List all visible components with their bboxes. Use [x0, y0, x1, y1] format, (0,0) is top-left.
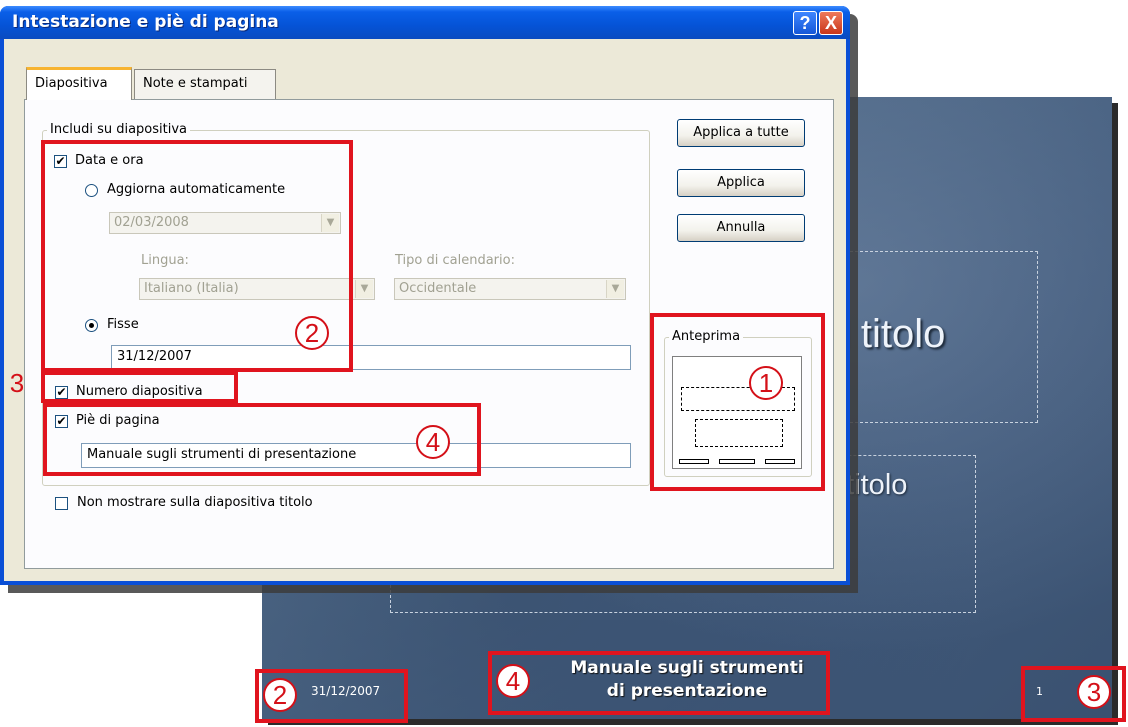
include-group-legend: Includi su diapositiva — [47, 122, 191, 137]
callout-box-slide-footer — [488, 651, 830, 715]
calendar-combo[interactable]: Occidentale ▼ — [394, 278, 626, 300]
callout-box-preview — [650, 313, 825, 491]
hide-on-title-checkbox[interactable] — [55, 497, 68, 510]
chevron-down-icon[interactable]: ▼ — [355, 280, 373, 298]
apply-all-button[interactable]: Applica a tutte — [677, 119, 805, 147]
cancel-button[interactable]: Annulla — [677, 214, 805, 242]
calendar-value: Occidentale — [399, 281, 477, 296]
dialog-titlebar[interactable]: Intestazione e piè di pagina ? X — [0, 6, 850, 39]
callout-number-3: 3 — [9, 368, 25, 398]
callout-number-3-slide: 3 — [1077, 675, 1111, 709]
hide-on-title-label: Non mostrare sulla diapositiva titolo — [77, 495, 313, 510]
tab-note-e-stampati[interactable]: Note e stampati — [134, 69, 276, 99]
callout-number-1: 1 — [749, 366, 783, 400]
callout-number-2: 2 — [295, 316, 329, 350]
chevron-down-icon[interactable]: ▼ — [606, 280, 624, 298]
calendar-label: Tipo di calendario: — [395, 253, 515, 268]
close-button[interactable]: X — [819, 11, 843, 35]
apply-button[interactable]: Applica — [677, 169, 805, 197]
callout-number-4: 4 — [416, 425, 450, 459]
tab-diapositiva[interactable]: Diapositiva — [26, 67, 132, 100]
callout-box-slide-number — [41, 371, 238, 403]
callout-number-4-slide: 4 — [496, 664, 530, 698]
dialog-title: Intestazione e piè di pagina — [12, 12, 279, 32]
help-button[interactable]: ? — [793, 11, 817, 35]
callout-number-2-slide: 2 — [263, 678, 297, 712]
